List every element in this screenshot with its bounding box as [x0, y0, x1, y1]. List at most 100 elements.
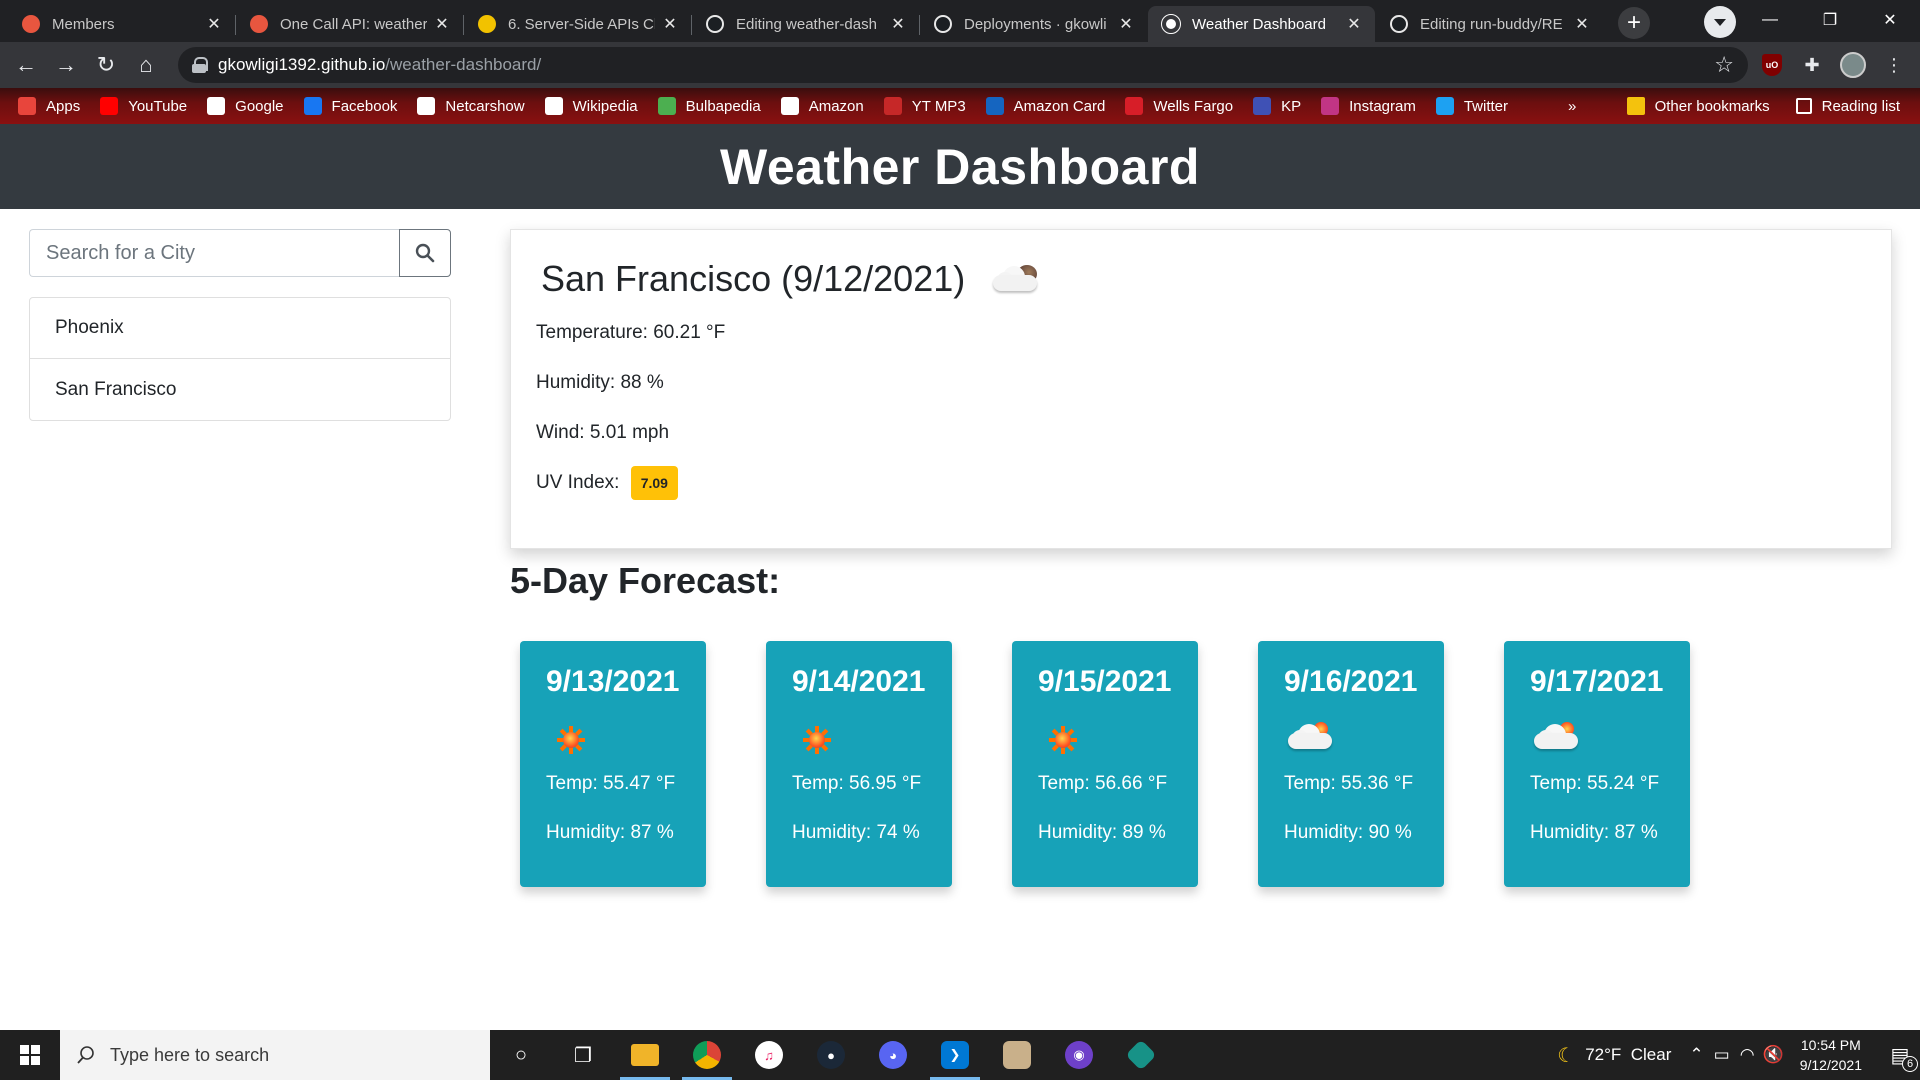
system-tray: ☾ 72°F Clear ⌃ ▭ ◠ 🔇 10:54 PM 9/12/2021 … [1557, 1030, 1920, 1080]
clock-date: 9/12/2021 [1799, 1057, 1862, 1073]
bookmark-item[interactable]: YouTube [100, 97, 187, 115]
notifications-button[interactable]: ▤ 6 [1880, 1043, 1920, 1072]
volume-muted-icon[interactable]: 🔇 [1763, 1045, 1784, 1065]
bookmark-item[interactable]: Facebook [303, 97, 397, 115]
url-path: /weather-dashboard/ [385, 55, 542, 74]
back-arrow-icon[interactable]: ← [6, 45, 46, 85]
browser-tab-active[interactable]: Weather Dashboard ✕ [1148, 6, 1375, 42]
bookmark-star-icon[interactable]: ☆ [1714, 52, 1734, 78]
itunes-icon[interactable]: ♫ [738, 1030, 800, 1080]
forecast-date: 9/13/2021 [546, 665, 680, 698]
chevron-up-icon[interactable]: ⌃ [1689, 1045, 1703, 1065]
forecast-card: 9/15/2021 Temp: 56.66 °F Humidity: 89 % [1012, 641, 1198, 887]
task-view-icon[interactable]: ❐ [552, 1030, 614, 1080]
profile-avatar[interactable] [1840, 52, 1866, 78]
bookmark-label: Apps [46, 97, 81, 115]
tab-close-icon[interactable]: ✕ [205, 14, 223, 34]
search-button[interactable] [399, 229, 451, 277]
vscode-icon[interactable]: ❯ [924, 1030, 986, 1080]
tab-title: Members [52, 15, 115, 33]
browser-tab[interactable]: One Call API: weather ✕ [236, 6, 464, 42]
bookmark-item[interactable]: Netcarshow [417, 97, 525, 115]
tab-close-icon[interactable]: ✕ [889, 14, 907, 34]
tab-search-button[interactable] [1704, 6, 1736, 38]
battery-icon[interactable]: ▭ [1714, 1045, 1730, 1065]
bookmark-label: Netcarshow [445, 97, 525, 115]
browser-tab[interactable]: Editing run-buddy/RE ✕ [1376, 6, 1603, 42]
browser-tab[interactable]: Editing weather-dash ✕ [692, 6, 920, 42]
gitkraken-icon[interactable] [1110, 1030, 1172, 1080]
other-bookmarks-label: Other bookmarks [1654, 97, 1770, 115]
bookmark-label: Twitter [1463, 97, 1509, 115]
bookmark-item[interactable]: YT MP3 [883, 97, 966, 115]
restore-button[interactable]: ❐ [1800, 0, 1860, 40]
history-item[interactable]: San Francisco [30, 359, 450, 420]
bookmark-label: Google [235, 97, 284, 115]
bookmark-item[interactable]: KP [1253, 97, 1301, 115]
moon-icon: ☾ [1557, 1044, 1576, 1067]
bookmark-item[interactable]: Amazon Card [985, 97, 1105, 115]
wells-fargo-icon [1125, 97, 1144, 115]
reload-icon[interactable]: ↻ [86, 45, 126, 85]
tab-close-icon[interactable]: ✕ [433, 14, 451, 34]
extensions-puzzle-icon[interactable]: ✚ [1792, 45, 1832, 85]
bookmark-item[interactable]: Amazon [780, 97, 864, 115]
tab-close-icon[interactable]: ✕ [661, 14, 679, 34]
game-app-icon[interactable] [986, 1030, 1048, 1080]
browser-tab[interactable]: 6. Server-Side APIs Ch ✕ [464, 6, 692, 42]
reading-list-button[interactable]: Reading list [1795, 98, 1900, 115]
bulbasaur-icon [657, 97, 676, 115]
bookmark-item[interactable]: Google [207, 97, 284, 115]
steam-icon[interactable]: ● [800, 1030, 862, 1080]
tab-close-icon[interactable]: ✕ [1117, 14, 1135, 34]
current-wind: Wind: 5.01 mph [536, 422, 670, 443]
wifi-icon[interactable]: ◠ [1740, 1045, 1755, 1065]
close-window-button[interactable]: ✕ [1860, 0, 1920, 40]
other-bookmarks-folder[interactable]: Other bookmarks [1626, 97, 1770, 115]
tab-close-icon[interactable]: ✕ [1573, 14, 1591, 34]
github-desktop-icon[interactable]: ◉ [1048, 1030, 1110, 1080]
taskbar-clock[interactable]: 10:54 PM 9/12/2021 [1800, 1035, 1862, 1075]
instagram-icon [1321, 97, 1340, 115]
uv-index-row: UV Index: 7.09 [536, 466, 678, 500]
bookmark-item[interactable]: Bulbapedia [657, 97, 761, 115]
bookmark-item[interactable]: Instagram [1321, 97, 1416, 115]
chase-icon [985, 97, 1004, 115]
start-button[interactable] [0, 1030, 60, 1080]
address-bar[interactable]: gkowligi1392.github.io/weather-dashboard… [178, 47, 1748, 83]
tray-weather[interactable]: 72°F Clear [1585, 1045, 1671, 1065]
cortana-icon[interactable]: ○ [490, 1030, 552, 1080]
tab-title: 6. Server-Side APIs Ch [508, 15, 655, 33]
url-host: gkowligi1392.github.io [218, 55, 386, 74]
home-icon[interactable]: ⌂ [126, 45, 166, 85]
bookmark-item[interactable]: Wikipedia [544, 97, 638, 115]
bookmark-item[interactable]: Wells Fargo [1125, 97, 1233, 115]
amazon-icon [780, 97, 799, 115]
history-item[interactable]: Phoenix [30, 298, 450, 359]
forward-arrow-icon[interactable]: → [46, 45, 86, 85]
new-tab-button[interactable]: + [1618, 7, 1650, 39]
browser-tab[interactable]: Members ✕ [8, 6, 236, 42]
browser-tab[interactable]: Deployments · gkowli ✕ [920, 6, 1147, 42]
tab-close-icon[interactable]: ✕ [1345, 14, 1363, 34]
bookmark-label: YT MP3 [911, 97, 966, 115]
ublock-icon[interactable]: uO [1762, 54, 1782, 76]
youtube-icon [100, 97, 119, 115]
taskbar-search-box[interactable]: Type here to search [60, 1030, 490, 1080]
minimize-button[interactable]: — [1740, 0, 1800, 40]
menu-kebab-icon[interactable]: ⋮ [1874, 45, 1914, 85]
bookmark-item[interactable]: Twitter [1435, 97, 1509, 115]
file-explorer-icon[interactable] [614, 1030, 676, 1080]
cloud-sun-icon [1530, 719, 1690, 759]
current-weather-heading: San Francisco (9/12/2021) [541, 258, 1043, 300]
bookmark-item[interactable]: Apps [18, 97, 80, 115]
forecast-temp: Temp: 55.47 °F [546, 773, 676, 794]
folder-icon [1626, 97, 1645, 115]
bookmark-label: Wells Fargo [1153, 97, 1234, 115]
notification-count: 6 [1902, 1055, 1918, 1072]
red-blob-icon [22, 15, 40, 33]
chrome-icon[interactable] [676, 1030, 738, 1080]
discord-icon[interactable]: ◕ [862, 1030, 924, 1080]
bookmarks-overflow-button[interactable]: » [1568, 98, 1576, 115]
city-search-input[interactable] [29, 229, 399, 277]
